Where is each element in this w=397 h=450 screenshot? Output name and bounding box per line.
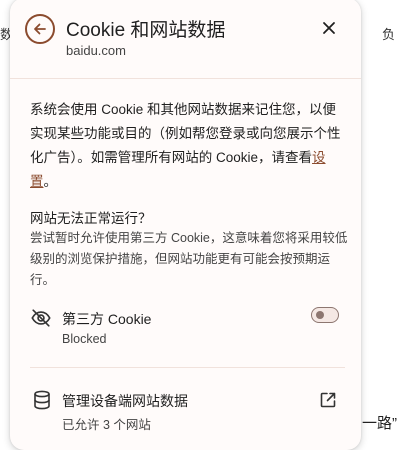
toggle-knob bbox=[316, 311, 324, 319]
background-text-bottom: 一路” bbox=[362, 415, 397, 432]
allowed-sites-count: 已允许 3 个网站 bbox=[62, 418, 151, 432]
manage-site-data-row[interactable]: 管理设备端网站数据 已允许 3 个网站 bbox=[10, 378, 361, 438]
third-party-cookie-toggle[interactable] bbox=[311, 307, 339, 323]
divider bbox=[30, 367, 345, 368]
site-domain: baidu.com bbox=[66, 43, 126, 58]
close-icon bbox=[323, 22, 335, 34]
open-in-new-icon[interactable] bbox=[319, 391, 337, 409]
description-text: 系统会使用 Cookie 和其他网站数据来记住您，以便实现某些功能或目的（例如帮… bbox=[30, 102, 341, 165]
arrow-left-icon bbox=[34, 23, 46, 35]
back-button[interactable] bbox=[25, 14, 55, 44]
manage-site-data-label: 管理设备端网站数据 bbox=[62, 393, 188, 409]
cookie-site-data-popup: Cookie 和网站数据 baidu.com 系统会使用 Cookie 和其他网… bbox=[10, 0, 361, 450]
eye-off-icon bbox=[30, 307, 52, 329]
site-problem-body: 尝试暂时允许使用第三方 Cookie，这意味着您将采用较低级别的浏览保护措施，但… bbox=[30, 231, 348, 287]
cookie-description: 系统会使用 Cookie 和其他网站数据来记住您，以便实现某些功能或目的（例如帮… bbox=[30, 98, 345, 194]
third-party-cookie-label: 第三方 Cookie bbox=[62, 311, 152, 327]
site-problem-title: 网站无法正常运行？ bbox=[30, 211, 152, 226]
close-button[interactable] bbox=[319, 18, 339, 38]
database-icon bbox=[32, 390, 52, 410]
popup-header: Cookie 和网站数据 baidu.com bbox=[10, 0, 361, 79]
third-party-cookie-status: Blocked bbox=[62, 332, 107, 346]
background-text-right: 负 bbox=[381, 27, 395, 42]
popup-title: Cookie 和网站数据 bbox=[66, 20, 226, 41]
description-end: 。 bbox=[43, 174, 58, 189]
